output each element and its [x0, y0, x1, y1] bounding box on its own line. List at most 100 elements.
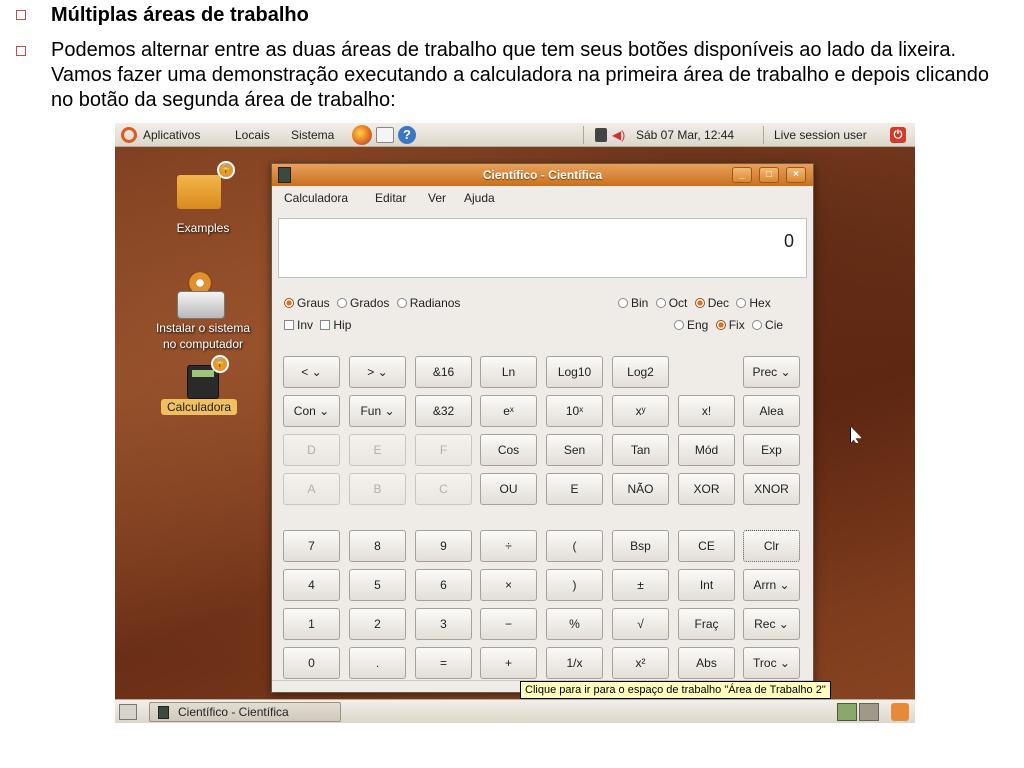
menu-editar[interactable]: Editar: [375, 191, 406, 205]
mail-icon[interactable]: [376, 127, 394, 143]
calc-key[interactable]: Rec ⌄: [743, 608, 800, 640]
calc-key[interactable]: E: [546, 473, 603, 505]
calc-key[interactable]: Bsp: [612, 530, 669, 562]
calc-key[interactable]: 4: [283, 569, 340, 601]
calc-key[interactable]: NÃO: [612, 473, 669, 505]
workspace-2-button[interactable]: [859, 703, 879, 721]
calc-key[interactable]: √: [612, 608, 669, 640]
calc-key[interactable]: ): [546, 569, 603, 601]
calc-key[interactable]: +: [480, 647, 537, 679]
calc-key[interactable]: 2: [349, 608, 406, 640]
calc-key[interactable]: 7: [283, 530, 340, 562]
calc-key[interactable]: OU: [480, 473, 537, 505]
calc-key[interactable]: Cos: [480, 434, 537, 466]
calc-key[interactable]: Abs: [678, 647, 735, 679]
ubuntu-logo-icon[interactable]: [121, 127, 137, 143]
radio-oct[interactable]: Oct: [655, 296, 687, 310]
calc-key[interactable]: &32: [415, 395, 472, 427]
calc-key[interactable]: 6: [415, 569, 472, 601]
calc-key[interactable]: Ln: [480, 356, 537, 388]
calc-key[interactable]: =: [415, 647, 472, 679]
calc-key[interactable]: Fraç: [678, 608, 735, 640]
calc-key[interactable]: B: [349, 473, 406, 505]
calc-key[interactable]: Con ⌄: [283, 395, 340, 427]
calc-key[interactable]: E: [349, 434, 406, 466]
calc-key[interactable]: %: [546, 608, 603, 640]
calc-key[interactable]: XNOR: [743, 473, 800, 505]
calc-key[interactable]: Sen: [546, 434, 603, 466]
calc-key[interactable]: xʸ: [612, 395, 669, 427]
calc-key[interactable]: A: [283, 473, 340, 505]
calc-key[interactable]: 0: [283, 647, 340, 679]
radio-fix[interactable]: Fix: [715, 318, 745, 332]
menu-ver[interactable]: Ver: [428, 191, 446, 205]
calc-key[interactable]: Alea: [743, 395, 800, 427]
minimize-button[interactable]: _: [732, 167, 752, 183]
menu-calculadora[interactable]: Calculadora: [284, 191, 348, 205]
menu-sistema[interactable]: Sistema: [291, 128, 334, 142]
show-desktop-icon[interactable]: [119, 704, 137, 720]
calc-key[interactable]: 9: [415, 530, 472, 562]
radio-eng[interactable]: Eng: [674, 318, 708, 332]
calc-key[interactable]: F: [415, 434, 472, 466]
menu-aplicativos[interactable]: Aplicativos: [143, 128, 200, 142]
radio-cie[interactable]: Cie: [752, 318, 783, 332]
calc-key[interactable]: Arrn ⌄: [743, 569, 800, 601]
calc-key[interactable]: Tan: [612, 434, 669, 466]
radio-radianos[interactable]: Radianos: [396, 296, 460, 310]
calc-key[interactable]: eˣ: [480, 395, 537, 427]
check-inv[interactable]: Inv: [284, 318, 313, 332]
calc-key[interactable]: CE: [678, 530, 735, 562]
calc-key[interactable]: Fun ⌄: [349, 395, 406, 427]
calc-key[interactable]: C: [415, 473, 472, 505]
maximize-button[interactable]: □: [759, 167, 779, 183]
panel-clock[interactable]: Sáb 07 Mar, 12:44: [636, 128, 734, 142]
radio-hex[interactable]: Hex: [736, 296, 771, 310]
calc-key[interactable]: ±: [612, 569, 669, 601]
menu-locais[interactable]: Locais: [235, 128, 270, 142]
trash-icon[interactable]: [891, 703, 909, 721]
network-icon[interactable]: [595, 128, 607, 142]
workspace-1-button[interactable]: [837, 703, 857, 721]
calc-key[interactable]: Log2: [612, 356, 669, 388]
taskbar-calculator-button[interactable]: Científico - Científica: [149, 702, 341, 722]
calc-key[interactable]: x!: [678, 395, 735, 427]
help-icon[interactable]: ?: [398, 126, 416, 144]
calc-key[interactable]: (: [546, 530, 603, 562]
calc-key[interactable]: ÷: [480, 530, 537, 562]
session-user[interactable]: Live session user: [774, 128, 867, 142]
calc-key[interactable]: 1/x: [546, 647, 603, 679]
calc-key[interactable]: D: [283, 434, 340, 466]
firefox-icon[interactable]: [352, 125, 372, 145]
calc-key[interactable]: 10ˣ: [546, 395, 603, 427]
calc-key[interactable]: Mód: [678, 434, 735, 466]
radio-grados[interactable]: Grados: [337, 296, 389, 310]
radio-dec[interactable]: Dec: [694, 296, 729, 310]
calculator-display[interactable]: 0: [278, 218, 807, 278]
window-titlebar[interactable]: Científico - Científica _ □ ×: [272, 164, 813, 186]
calc-key[interactable]: Prec ⌄: [743, 356, 800, 388]
calc-key[interactable]: .: [349, 647, 406, 679]
calc-key[interactable]: Log10: [546, 356, 603, 388]
calc-key[interactable]: −: [480, 608, 537, 640]
calc-key[interactable]: Exp: [743, 434, 800, 466]
calc-key[interactable]: &16: [415, 356, 472, 388]
radio-bin[interactable]: Bin: [618, 296, 648, 310]
radio-graus[interactable]: Graus: [284, 296, 330, 310]
calc-key[interactable]: 5: [349, 569, 406, 601]
menu-ajuda[interactable]: Ajuda: [464, 191, 495, 205]
calc-key[interactable]: 8: [349, 530, 406, 562]
close-button[interactable]: ×: [786, 167, 806, 183]
calc-key[interactable]: > ⌄: [349, 356, 406, 388]
calc-key[interactable]: Int: [678, 569, 735, 601]
check-hip[interactable]: Hip: [320, 318, 351, 332]
calc-key[interactable]: 1: [283, 608, 340, 640]
calc-key[interactable]: Troc ⌄: [743, 647, 800, 679]
calc-key[interactable]: < ⌄: [283, 356, 340, 388]
calc-key[interactable]: x²: [612, 647, 669, 679]
calc-key[interactable]: ×: [480, 569, 537, 601]
power-icon[interactable]: ⏻: [890, 127, 906, 143]
calc-key[interactable]: 3: [415, 608, 472, 640]
volume-icon[interactable]: ◀): [612, 128, 626, 142]
calc-key[interactable]: XOR: [678, 473, 735, 505]
